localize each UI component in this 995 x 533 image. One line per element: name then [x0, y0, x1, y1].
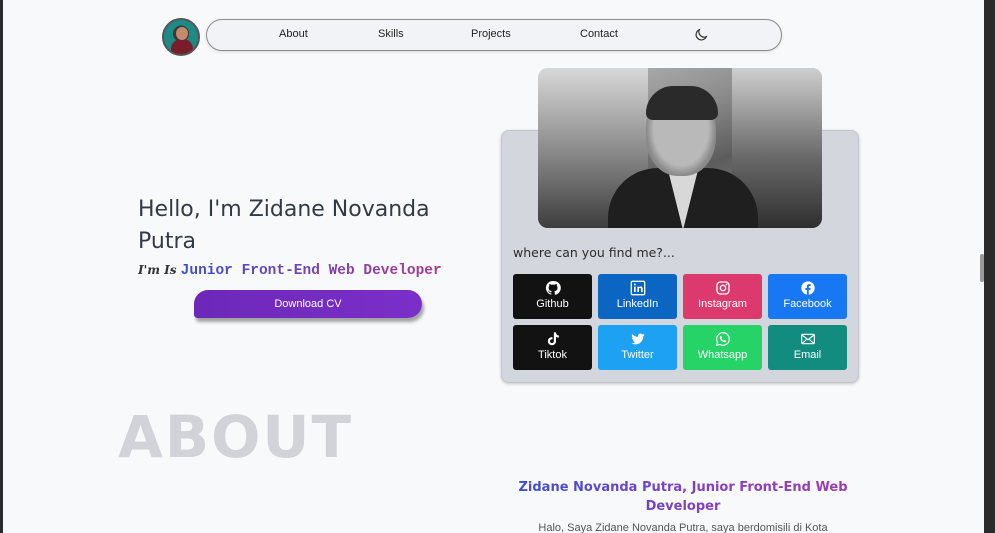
- download-cv-button[interactable]: Download CV: [194, 290, 422, 318]
- linkedin-icon: [630, 280, 645, 296]
- facebook-button[interactable]: Facebook: [768, 274, 847, 319]
- moon-icon[interactable]: [693, 27, 709, 43]
- nav-projects[interactable]: Projects: [471, 28, 511, 40]
- github-button[interactable]: Github: [513, 274, 592, 319]
- contact-heading: where can you find me?...: [513, 245, 675, 260]
- profile-photo: [538, 68, 822, 228]
- instagram-label: Instagram: [698, 298, 747, 310]
- hero-subtitle: I'm Is Junior Front-End Web Developer: [138, 263, 442, 279]
- email-button[interactable]: Email: [768, 325, 847, 370]
- tiktok-icon: [547, 332, 559, 346]
- twitter-button[interactable]: Twitter: [598, 325, 677, 370]
- avatar[interactable]: [162, 18, 200, 56]
- hero-title: Hello, I'm Zidane Novanda Putra: [138, 197, 430, 254]
- email-label: Email: [793, 349, 822, 361]
- about-body: Halo, Saya Zidane Novanda Putra, saya be…: [538, 522, 828, 533]
- hero-prefix: I'm Is: [138, 263, 177, 277]
- tiktok-label: Tiktok: [538, 349, 567, 361]
- nav-about[interactable]: About: [279, 28, 308, 40]
- whatsapp-label: Whatsapp: [697, 349, 748, 361]
- facebook-icon: [800, 281, 815, 295]
- about-heading: ABOUT: [118, 403, 354, 471]
- nav-contact[interactable]: Contact: [580, 28, 618, 40]
- about-title: Zidane Novanda Putra, Junior Front-End W…: [513, 478, 853, 516]
- nav-skills[interactable]: Skills: [378, 28, 404, 40]
- navbar: About Skills Projects Contact: [206, 19, 782, 51]
- whatsapp-button[interactable]: Whatsapp: [683, 325, 762, 370]
- page: About Skills Projects Contact Hello, I'm…: [3, 0, 984, 533]
- facebook-label: Facebook: [783, 298, 832, 310]
- github-label: Github: [536, 298, 569, 310]
- tiktok-button[interactable]: Tiktok: [513, 325, 592, 370]
- twitter-icon: [630, 333, 645, 345]
- mail-icon: [800, 333, 815, 345]
- whatsapp-icon: [715, 332, 730, 347]
- linkedin-button[interactable]: LinkedIn: [598, 274, 677, 319]
- github-icon: [545, 280, 561, 295]
- instagram-icon: [715, 281, 730, 295]
- hero-role: Junior Front-End Web Developer: [180, 263, 442, 279]
- instagram-button[interactable]: Instagram: [683, 274, 762, 319]
- twitter-label: Twitter: [621, 349, 654, 361]
- scrollbar-thumb[interactable]: [980, 254, 984, 282]
- linkedin-label: LinkedIn: [616, 298, 659, 310]
